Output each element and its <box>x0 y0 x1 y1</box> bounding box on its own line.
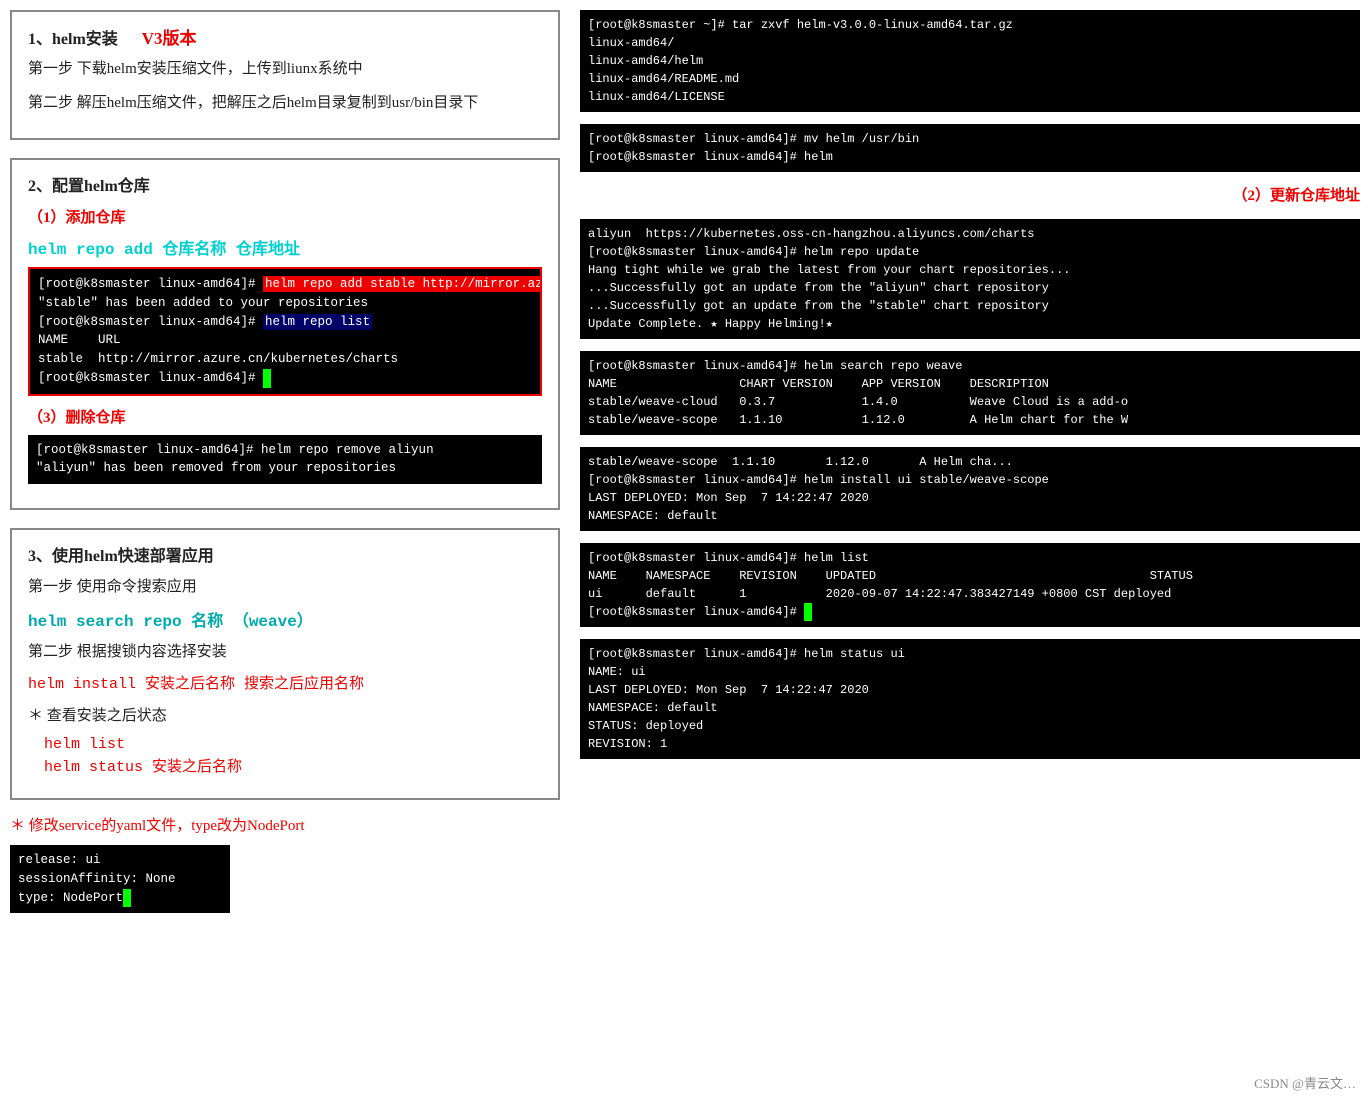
terminal-list: [root@k8smaster linux-amd64]# helm list … <box>580 543 1360 627</box>
terminal-yaml: release: ui sessionAffinity: None type: … <box>10 845 230 913</box>
terminal-tar: [root@k8smaster ~]# tar zxvf helm-v3.0.0… <box>580 10 1360 112</box>
terminal-add-repo: [root@k8smaster linux-amd64]# helm repo … <box>28 267 542 396</box>
section3-title: 3、使用helm快速部署应用 <box>28 542 542 566</box>
right-column: [root@k8smaster ~]# tar zxvf helm-v3.0.0… <box>570 10 1360 923</box>
star-note: ＊ 查看安装之后状态 <box>28 703 542 730</box>
csdn-footer: CSDN @青云文… <box>1254 1073 1356 1092</box>
terminal-search: [root@k8smaster linux-amd64]# helm searc… <box>580 351 1360 435</box>
terminal-install: stable/weave-scope 1.1.10 1.12.0 A Helm … <box>580 447 1360 531</box>
add-repo-cmd: helm repo add 仓库名称 仓库地址 <box>28 235 542 259</box>
section3-step2-label: 第二步 根据搜锁内容选择安装 <box>28 639 542 666</box>
terminal-status: [root@k8smaster linux-amd64]# helm statu… <box>580 639 1360 759</box>
section2-box: 2、配置helm仓库 （1）添加仓库 helm repo add 仓库名称 仓库… <box>10 158 560 510</box>
bottom-note: ＊ 修改service的yaml文件，type改为NodePort <box>10 814 560 835</box>
install-cmd: helm install 安装之后名称 搜索之后应用名称 <box>28 672 542 693</box>
search-cmd: helm search repo 名称 （weave） <box>28 607 542 631</box>
terminal-update: aliyun https://kubernetes.oss-cn-hangzho… <box>580 219 1360 339</box>
sub3-heading: （3）删除仓库 <box>28 406 542 427</box>
section1-title: 1、helm安装 V3版本 <box>28 24 542 49</box>
sub2-heading: （2）更新仓库地址 <box>1232 184 1360 205</box>
section1-box: 1、helm安装 V3版本 第一步 下载helm安装压缩文件，上传到liunx系… <box>10 10 560 140</box>
terminal-mv: [root@k8smaster linux-amd64]# mv helm /u… <box>580 124 1360 172</box>
terminal-remove-repo: [root@k8smaster linux-amd64]# helm repo … <box>28 435 542 485</box>
section2-title: 2、配置helm仓库 <box>28 172 542 196</box>
helm-list-cmd: helm list <box>44 736 542 753</box>
helm-status-cmd: helm status 安装之后名称 <box>44 755 542 776</box>
section3-box: 3、使用helm快速部署应用 第一步 使用命令搜索应用 helm search … <box>10 528 560 800</box>
section1-step2: 第二步 解压helm压缩文件，把解压之后helm目录复制到usr/bin目录下 <box>28 91 542 117</box>
sub1-heading: （1）添加仓库 <box>28 206 542 227</box>
section3-step1-label: 第一步 使用命令搜索应用 <box>28 574 542 601</box>
section1-step1: 第一步 下载helm安装压缩文件，上传到liunx系统中 <box>28 57 542 83</box>
left-column: 1、helm安装 V3版本 第一步 下载helm安装压缩文件，上传到liunx系… <box>10 10 570 923</box>
